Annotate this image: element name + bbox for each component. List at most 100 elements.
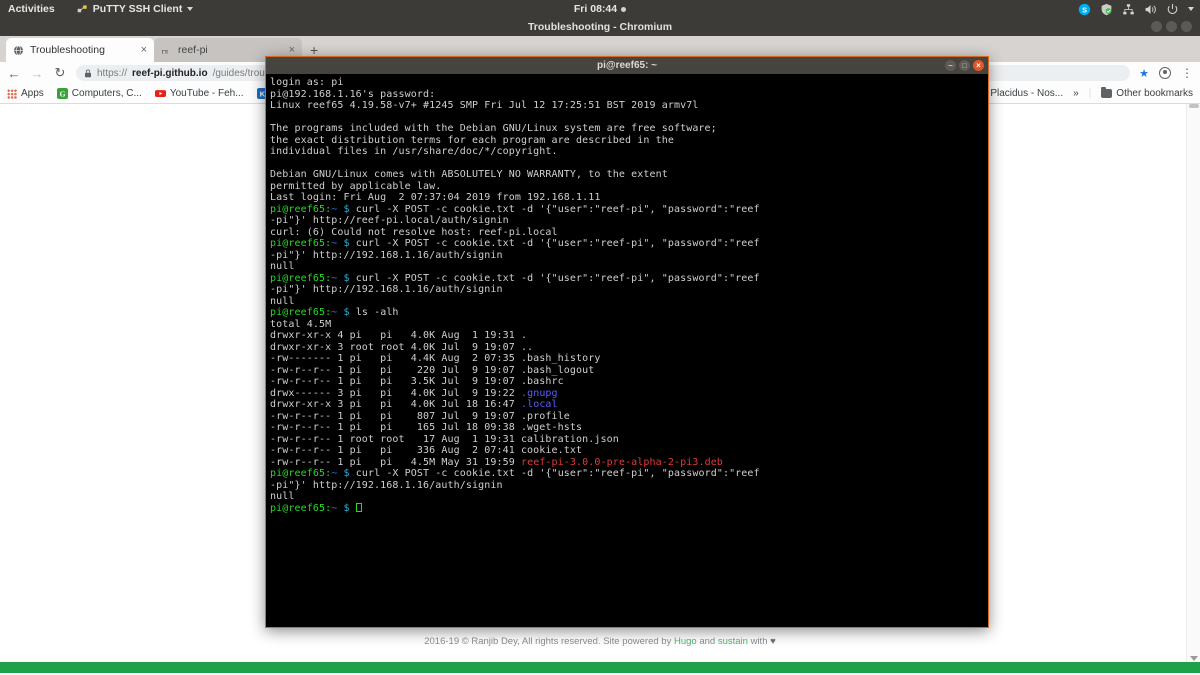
app-menu-label: PuTTY SSH Client <box>92 3 183 15</box>
putty-icon <box>77 4 87 12</box>
terminal-prompt-user: pi@reef65: <box>270 307 332 318</box>
footer-hugo-link[interactable]: Hugo <box>674 636 697 647</box>
bookmarks-overflow-chevron-icon[interactable]: » <box>1073 88 1079 99</box>
tab-close-icon[interactable]: × <box>141 44 147 56</box>
terminal-file-meta: -rw-r--r-- 1 pi pi 4.5M May 31 19:59 <box>270 456 521 468</box>
footer-copyright: 2016-19 © Ranjib Dey, All rights reserve… <box>424 636 674 647</box>
terminal-line: pi@reef65:~ $ curl -X POST -c cookie.txt… <box>270 238 984 250</box>
terminal-line: Last login: Fri Aug 2 07:37:04 2019 from… <box>270 192 601 203</box>
volume-icon[interactable] <box>1144 3 1157 16</box>
svg-text:rπ: rπ <box>162 46 169 55</box>
skype-icon[interactable]: S <box>1078 3 1091 16</box>
network-icon[interactable] <box>1122 3 1135 16</box>
other-bookmarks-folder[interactable]: Other bookmarks <box>1101 87 1193 99</box>
lock-icon <box>85 69 91 77</box>
tab-troubleshooting[interactable]: Troubleshooting × <box>6 38 154 62</box>
putty-terminal-window[interactable]: pi@reef65: ~ – □ × login as: pi pi@192.16… <box>265 56 989 628</box>
terminal-file-name: .gnupg <box>520 387 558 399</box>
terminal-line: -rw------- 1 pi pi 4.4K Aug 2 07:35 .bas… <box>270 353 601 364</box>
terminal-prompt-symbol: $ <box>337 307 350 318</box>
svg-text:S: S <box>1082 5 1087 14</box>
profile-avatar-icon[interactable] <box>1159 67 1171 79</box>
shield-icon[interactable] <box>1100 3 1113 16</box>
terminal-line: -rw-r--r-- 1 pi pi 807 Jul 9 19:07 .prof… <box>270 410 570 422</box>
power-icon[interactable] <box>1166 3 1179 16</box>
activities-button[interactable]: Activities <box>8 3 55 15</box>
footer-suffix: with <box>747 636 771 647</box>
chrome-menu-icon[interactable]: ⋮ <box>1181 67 1193 79</box>
terminal-prompt-user: pi@reef65: <box>270 468 332 479</box>
chromium-window-controls <box>1151 21 1192 32</box>
bookmark-apps[interactable]: Apps <box>7 88 44 99</box>
putty-maximize-button[interactable]: □ <box>959 60 970 71</box>
apps-grid-icon <box>7 88 17 99</box>
terminal-file-meta: drwx------ 3 pi pi 4.0K Jul 9 19:22 <box>270 387 521 399</box>
terminal-line: drwxr-xr-x 4 pi pi 4.0K Aug 1 19:31 . <box>270 330 528 341</box>
bookmark-star-icon[interactable]: ★ <box>1139 67 1149 80</box>
forward-button[interactable]: → <box>30 66 44 81</box>
green-g-icon: G <box>56 88 68 99</box>
back-button[interactable]: ← <box>7 66 21 81</box>
terminal-line: permitted by applicable law. <box>270 180 442 192</box>
tab-label: Troubleshooting <box>30 44 105 56</box>
terminal-line: -rw-r--r-- 1 pi pi 165 Jul 18 09:38 .wge… <box>270 422 583 433</box>
terminal-file-name: .local <box>520 399 558 410</box>
footer-sustain-link[interactable]: sustain <box>718 636 748 647</box>
scrollbar-down-arrow-icon[interactable] <box>1190 656 1198 661</box>
bookmark-label: Apps <box>21 88 44 99</box>
terminal-prompt-user: pi@reef65: <box>270 502 332 514</box>
terminal-prompt-user: pi@reef65: <box>270 238 332 249</box>
terminal-file-name: reef-pi-3.0.0-pre-alpha-2-pi3.deb <box>520 456 723 468</box>
terminal-line: -rw-r--r-- 1 root root 17 Aug 1 19:31 ca… <box>270 433 619 445</box>
terminal-prompt-symbol: $ <box>337 272 350 284</box>
terminal-line: drwx------ 3 pi pi 4.0K Jul 9 19:22 .gnu… <box>270 388 984 400</box>
terminal-line: Linux reef65 4.19.58-v7+ #1245 SMP Fri J… <box>270 100 699 111</box>
terminal-command: curl -X POST -c cookie.txt -d '{"user":"… <box>349 468 760 479</box>
scrollbar-thumb[interactable] <box>1189 104 1199 108</box>
system-tray: S <box>1078 0 1194 18</box>
system-menu-chevron-down-icon[interactable] <box>1188 7 1194 11</box>
bookmark-youtube[interactable]: YouTube - Feh... <box>154 88 244 99</box>
clock-label[interactable]: Fri 08:44 <box>574 3 617 15</box>
page-scrollbar[interactable] <box>1186 104 1200 673</box>
page-bottom-accent-bar <box>0 662 1200 673</box>
terminal-line: individual files in /usr/share/doc/*/cop… <box>270 146 558 157</box>
terminal-line: null <box>270 295 295 307</box>
bookmark-placidus[interactable]: Placidus - Nos... <box>990 88 1063 99</box>
terminal-line: -pi"}' http://reef-pi.local/auth/signin <box>270 215 509 226</box>
app-menu-button[interactable]: PuTTY SSH Client <box>77 3 194 15</box>
terminal-line: The programs included with the Debian GN… <box>270 123 717 134</box>
terminal-output[interactable]: login as: pi pi@192.168.1.16's password: L… <box>266 74 988 627</box>
terminal-prompt-symbol: $ <box>337 502 350 514</box>
page-footer: 2016-19 © Ranjib Dey, All rights reserve… <box>0 636 1200 647</box>
terminal-command: curl -X POST -c cookie.txt -d '{"user":"… <box>349 238 760 249</box>
bookmarks-bar-right: Placidus - Nos... » | Other bookmarks <box>990 87 1193 99</box>
svg-text:G: G <box>59 89 65 98</box>
reload-button[interactable]: ↻ <box>53 65 67 81</box>
globe-icon <box>13 45 24 55</box>
terminal-line: -rw-r--r-- 1 pi pi 4.5M May 31 19:59 ree… <box>270 457 984 469</box>
terminal-command: curl -X POST -c cookie.txt -d '{"user":"… <box>349 203 760 215</box>
bookmark-label: YouTube - Feh... <box>169 88 244 99</box>
terminal-line: total 4.5M <box>270 318 332 330</box>
terminal-line: -pi"}' http://192.168.1.16/auth/signin <box>270 479 503 491</box>
chromium-title-bar: Troubleshooting - Chromium <box>0 18 1200 36</box>
chromium-window-title: Troubleshooting - Chromium <box>527 21 673 33</box>
chromium-maximize-button[interactable] <box>1166 21 1177 32</box>
chromium-minimize-button[interactable] <box>1151 21 1162 32</box>
system-top-bar: Activities PuTTY SSH Client Fri 08:44 S <box>0 0 1200 18</box>
terminal-prompt-user: pi@reef65: <box>270 272 332 284</box>
tab-close-icon[interactable]: × <box>289 44 295 56</box>
bookmark-computers[interactable]: G Computers, C... <box>56 88 142 99</box>
terminal-line: pi@192.168.1.16's password: <box>270 88 436 100</box>
terminal-line: -rw-r--r-- 1 pi pi 220 Jul 9 19:07 .bash… <box>270 364 595 376</box>
chromium-close-button[interactable] <box>1181 21 1192 32</box>
notification-dot-icon <box>621 6 627 12</box>
reef-pi-icon: rπ <box>162 46 169 55</box>
toolbar-actions: ★ ⋮ <box>1139 67 1193 80</box>
putty-minimize-button[interactable]: – <box>945 60 956 71</box>
putty-close-button[interactable]: × <box>973 60 984 71</box>
putty-title-bar: pi@reef65: ~ – □ × <box>266 57 988 74</box>
